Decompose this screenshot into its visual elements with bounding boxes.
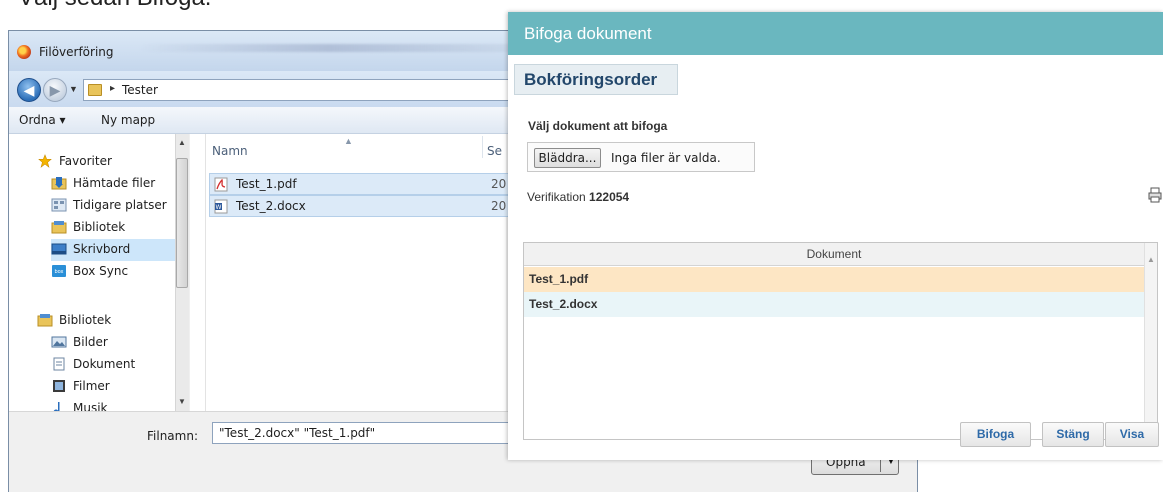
sort-ascending-icon: ▲: [344, 136, 353, 146]
printer-icon[interactable]: [1148, 187, 1162, 203]
nav-item-desktop[interactable]: Skrivbord: [51, 239, 175, 261]
column-header-name[interactable]: Namn: [212, 144, 248, 158]
blurred-window-title: [139, 44, 519, 52]
file-dialog-title: Filöverföring: [39, 45, 114, 59]
nav-item-label: Box Sync: [73, 264, 129, 278]
instruction-caption: Välj sedan Bifoga.: [18, 0, 211, 12]
file-name: Test_1.pdf: [236, 177, 297, 191]
breadcrumb-tester[interactable]: Tester: [122, 83, 158, 97]
table-row[interactable]: Test_1.pdf: [524, 267, 1144, 292]
attach-document-panel: Bifoga dokument Bokföringsorder Välj dok…: [508, 12, 1163, 460]
nav-item-label: Tidigare platser: [73, 198, 167, 212]
verification-number: 122054: [589, 190, 630, 204]
folder-icon: [88, 84, 102, 96]
file-name: Test_2.docx: [236, 199, 306, 213]
nav-pane-scroll-thumb[interactable]: [176, 158, 188, 288]
organize-button[interactable]: Ordna ▾: [19, 113, 66, 127]
recent-places-icon: [51, 198, 67, 212]
scroll-down-icon[interactable]: ▼: [178, 397, 186, 406]
videos-icon: [53, 380, 65, 392]
scroll-up-icon[interactable]: ▲: [178, 138, 186, 147]
show-button[interactable]: Visa: [1105, 422, 1159, 447]
box-sync-icon: box: [52, 265, 66, 277]
nav-libraries-label: Bibliotek: [59, 313, 112, 327]
breadcrumb-separator-icon[interactable]: ▸: [110, 83, 115, 94]
section-title: Bokföringsorder: [524, 70, 658, 89]
nav-item-label: Bibliotek: [73, 220, 126, 234]
pictures-icon: [51, 336, 67, 348]
verification-info: Verifikation 122054: [527, 190, 629, 204]
panel-title: Bifoga dokument: [524, 24, 652, 43]
close-button[interactable]: Stäng: [1042, 422, 1104, 447]
documents-icon: [53, 357, 65, 371]
pdf-file-icon: [214, 177, 228, 192]
file-input[interactable]: Bläddra... Inga filer är valda.: [527, 142, 755, 172]
browse-button[interactable]: Bläddra...: [534, 148, 601, 168]
downloads-folder-icon: [51, 177, 67, 190]
desktop-icon: [51, 243, 67, 255]
no-file-text: Inga filer är valda.: [611, 151, 721, 165]
table-header-documents[interactable]: Dokument: [524, 243, 1144, 266]
firefox-icon: [17, 45, 31, 59]
documents-table: Dokument Test_1.pdf Test_2.docx ▲ ▼: [523, 242, 1158, 440]
recent-locations-dropdown[interactable]: ▼: [69, 84, 78, 94]
file-row-test2[interactable]: W Test_2.docx 20: [209, 195, 509, 217]
table-row[interactable]: Test_2.docx: [524, 292, 1144, 317]
filename-label: Filnamn:: [147, 429, 198, 443]
verification-label: Verifikation: [527, 190, 586, 204]
panel-header: Bifoga dokument: [508, 12, 1163, 55]
attach-button[interactable]: Bifoga: [960, 422, 1031, 447]
file-row-test1[interactable]: Test_1.pdf 20: [209, 173, 509, 195]
select-document-label: Välj dokument att bifoga: [528, 119, 668, 133]
file-date: 20: [491, 199, 507, 213]
nav-item-label: Filmer: [73, 379, 110, 393]
table-scrollbar[interactable]: [1144, 243, 1157, 439]
scroll-up-icon[interactable]: ▲: [1147, 255, 1155, 264]
star-icon: [38, 154, 52, 168]
new-folder-button[interactable]: Ny mapp: [101, 113, 155, 127]
svg-text:W: W: [216, 204, 222, 211]
forward-button[interactable]: ▶: [43, 78, 67, 102]
back-button[interactable]: ◀: [17, 78, 41, 102]
filename-input[interactable]: "Test_2.docx" "Test_1.pdf": [212, 422, 517, 444]
nav-favorites-label: Favoriter: [59, 154, 112, 168]
pane-splitter[interactable]: [190, 134, 206, 411]
nav-item-label: Bilder: [73, 335, 108, 349]
word-file-icon: W: [214, 199, 228, 214]
column-header-partial[interactable]: Se: [487, 144, 502, 158]
column-divider[interactable]: [482, 136, 483, 158]
library-icon: [51, 221, 67, 234]
music-icon: [53, 402, 60, 411]
nav-item-label: Hämtade filer: [73, 176, 156, 190]
address-bar[interactable]: ▸ Tester: [83, 79, 513, 101]
nav-item-label: Musik: [73, 401, 108, 411]
nav-item-label: Dokument: [73, 357, 136, 371]
file-date: 20: [491, 177, 507, 191]
navigation-pane: Favoriter Hämtade filer Tidigare platser…: [9, 134, 189, 411]
nav-item-label: Skrivbord: [73, 242, 131, 256]
svg-text:box: box: [54, 269, 63, 275]
section-tab: Bokföringsorder: [514, 64, 678, 95]
library-icon: [37, 314, 53, 327]
